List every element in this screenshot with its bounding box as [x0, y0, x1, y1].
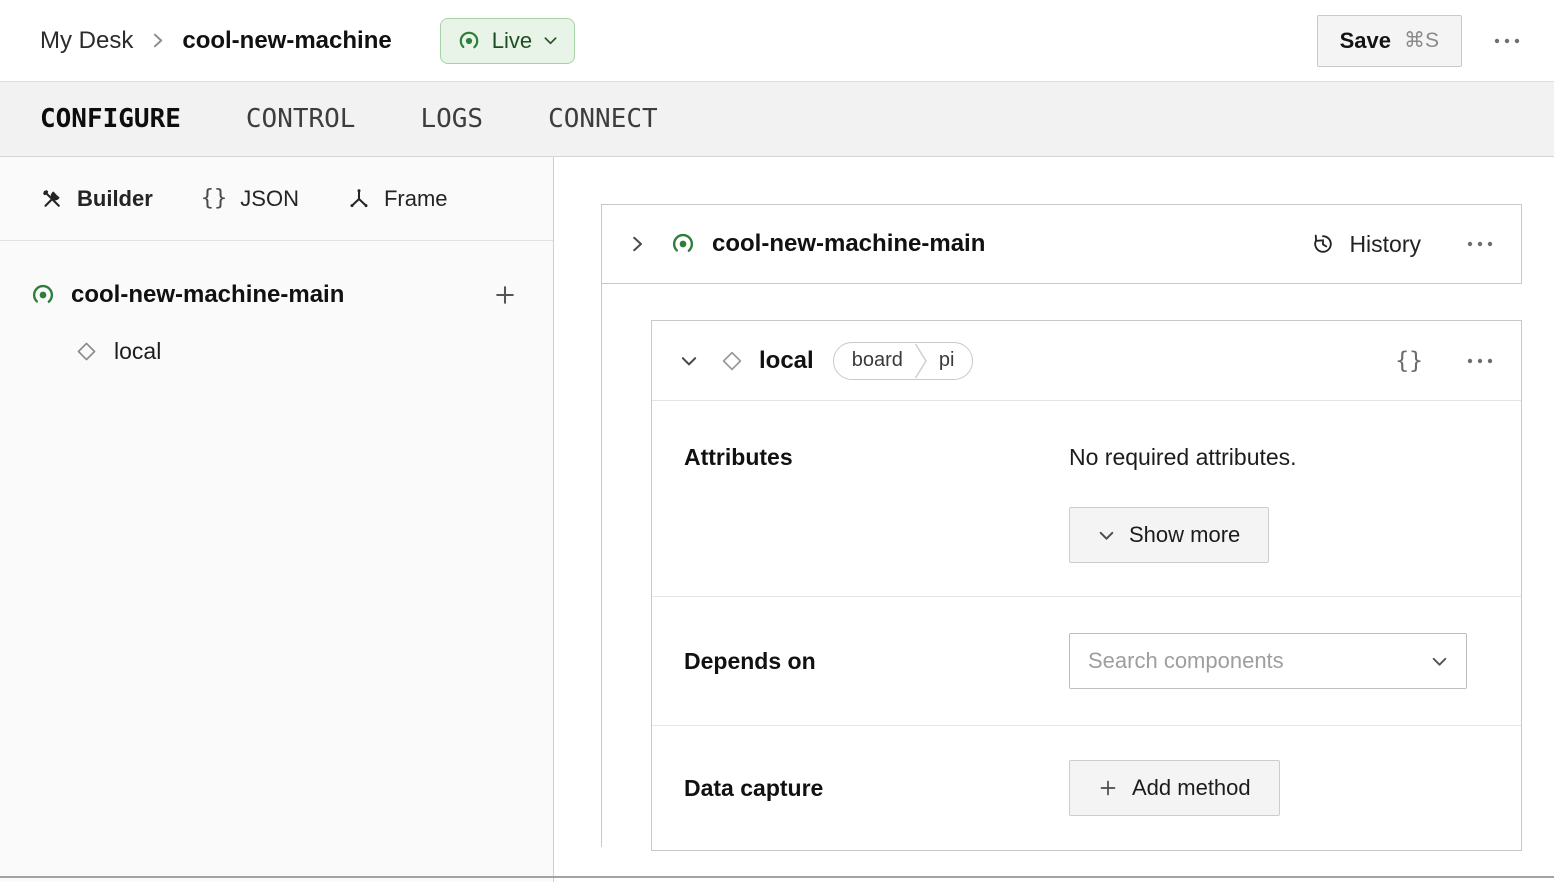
attributes-label: Attributes: [684, 443, 1069, 471]
mode-builder[interactable]: Builder: [40, 186, 153, 212]
machine-card-actions: History: [1310, 231, 1493, 258]
primary-tabs: CONFIGURE CONTROL LOGS CONNECT: [0, 81, 1554, 157]
component-name: local: [759, 347, 814, 375]
more-icon: [1494, 38, 1520, 44]
attributes-empty-text: No required attributes.: [1069, 443, 1297, 471]
show-more-label: Show more: [1129, 522, 1240, 548]
depends-on-section: Depends on Search components: [652, 597, 1521, 726]
save-shortcut: ⌘S: [1404, 28, 1439, 53]
component-diamond-icon: [75, 340, 98, 363]
chevron-down-icon: [1431, 653, 1448, 670]
header-more-button[interactable]: [1494, 38, 1520, 44]
machine-signal-icon: [670, 231, 696, 257]
tree-item-machine-main[interactable]: cool-new-machine-main: [0, 273, 553, 317]
live-label: Live: [492, 28, 532, 54]
machine-more-button[interactable]: [1467, 241, 1493, 247]
attributes-body: No required attributes. Show more: [1069, 443, 1297, 563]
breadcrumb: My Desk cool-new-machine: [40, 27, 392, 55]
chevron-down-icon: [543, 33, 558, 48]
machine-signal-icon: [30, 282, 56, 308]
mode-json-label: JSON: [240, 186, 299, 212]
more-icon: [1467, 241, 1493, 247]
pill-chevron-icon: [914, 342, 928, 380]
save-label: Save: [1340, 28, 1391, 54]
data-capture-label: Data capture: [684, 775, 1069, 802]
mode-frame[interactable]: Frame: [347, 186, 448, 212]
plus-icon: [1098, 778, 1118, 798]
depends-on-label: Depends on: [684, 648, 1069, 675]
tab-logs[interactable]: LOGS: [420, 104, 483, 134]
component-json-button[interactable]: {}: [1395, 348, 1423, 374]
tree-connector-line: [601, 284, 602, 847]
tree-item-local[interactable]: local: [0, 329, 553, 373]
machine-tree: cool-new-machine-main local: [0, 241, 553, 373]
live-status-button[interactable]: Live: [440, 18, 575, 64]
depends-on-placeholder: Search components: [1088, 648, 1284, 674]
collapse-component-button[interactable]: [680, 352, 698, 370]
tree-local-label: local: [114, 338, 161, 365]
machine-config-page: My Desk cool-new-machine Live Save ⌘S: [0, 0, 1554, 882]
show-more-button[interactable]: Show more: [1069, 507, 1269, 563]
component-diamond-icon: [720, 349, 744, 373]
save-button[interactable]: Save ⌘S: [1317, 15, 1462, 67]
tab-control[interactable]: CONTROL: [246, 104, 356, 134]
plus-icon: [493, 283, 517, 307]
tree-machine-label: cool-new-machine-main: [71, 281, 344, 309]
chevron-down-icon: [680, 352, 698, 370]
component-more-button[interactable]: [1467, 358, 1493, 364]
data-capture-section: Data capture Add method: [652, 726, 1521, 850]
add-method-button[interactable]: Add method: [1069, 760, 1280, 816]
config-main-panel: cool-new-machine-main History: [554, 157, 1554, 882]
component-card-header: local board pi {}: [652, 321, 1521, 401]
builder-tools-icon: [40, 187, 64, 211]
attributes-section: Attributes No required attributes. Show …: [652, 401, 1521, 597]
component-type-pill: board pi: [833, 342, 974, 380]
machine-part-title: cool-new-machine-main: [712, 230, 985, 258]
history-label: History: [1349, 231, 1421, 258]
history-button[interactable]: History: [1310, 231, 1421, 258]
bottom-border: [0, 876, 1554, 878]
header-actions: Save ⌘S: [1317, 15, 1520, 67]
mode-frame-label: Frame: [384, 186, 448, 212]
config-mode-tabs: Builder {} JSON Frame: [0, 157, 553, 241]
live-signal-icon: [457, 29, 481, 53]
component-model: pi: [928, 349, 973, 372]
history-clock-icon: [1310, 231, 1336, 257]
chevron-right-icon: [149, 32, 166, 49]
depends-on-select[interactable]: Search components: [1069, 633, 1467, 689]
frame-axis-icon: [347, 187, 371, 211]
add-method-label: Add method: [1132, 775, 1251, 801]
more-icon: [1467, 358, 1493, 364]
machine-part-card: cool-new-machine-main History: [601, 204, 1522, 284]
local-component-card: local board pi {} Attributes No required…: [651, 320, 1522, 851]
json-braces-icon: {}: [201, 186, 228, 211]
tab-connect[interactable]: CONNECT: [548, 104, 658, 134]
breadcrumb-my-desk[interactable]: My Desk: [40, 27, 133, 55]
config-sidebar: Builder {} JSON Frame: [0, 157, 554, 882]
tab-configure[interactable]: CONFIGURE: [40, 104, 181, 134]
expand-machine-button[interactable]: [628, 235, 646, 253]
breadcrumb-machine-name: cool-new-machine: [182, 27, 391, 55]
mode-json[interactable]: {} JSON: [201, 186, 299, 212]
chevron-right-icon: [628, 235, 646, 253]
top-header: My Desk cool-new-machine Live Save ⌘S: [0, 0, 1554, 81]
chevron-down-icon: [1098, 527, 1115, 544]
component-type: board: [834, 349, 914, 372]
mode-builder-label: Builder: [77, 186, 153, 212]
content-area: Builder {} JSON Frame: [0, 157, 1554, 882]
add-component-button[interactable]: [493, 283, 517, 307]
